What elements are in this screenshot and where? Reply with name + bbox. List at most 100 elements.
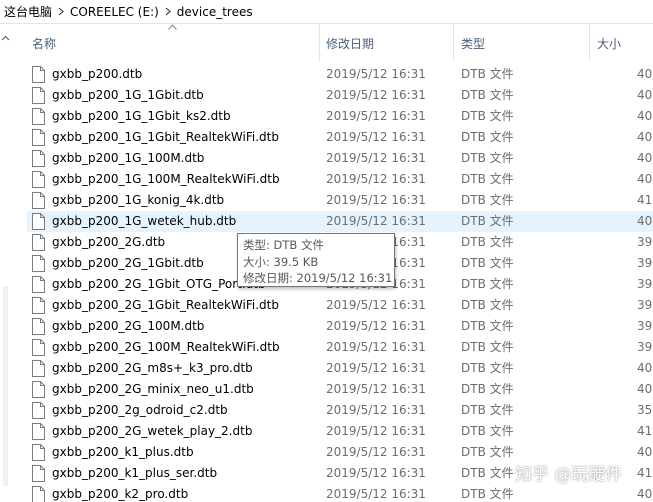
file-size: 41: [637, 424, 653, 438]
column-header-size[interactable]: 大小: [589, 24, 653, 62]
file-row[interactable]: gxbb_p200_2G_100M_RealtekWiFi.dtb 2019/5/…: [27, 337, 653, 358]
tooltip-size: 大小: 39.5 KB: [243, 254, 319, 269]
file-modified-date: 2019/5/12 16:31: [326, 130, 426, 144]
breadcrumb-item-this-pc[interactable]: 这台电脑: [2, 0, 54, 24]
file-row[interactable]: gxbb_p200_1G_konig_4k.dtb 2019/5/12 16:31…: [27, 190, 653, 211]
document-icon: [32, 444, 45, 461]
document-icon: [32, 150, 45, 167]
document-icon: [32, 381, 45, 398]
file-type: DTB 文件: [461, 319, 514, 333]
document-icon: [32, 297, 45, 314]
column-header-type[interactable]: 类型: [453, 24, 589, 62]
file-size: 41: [637, 193, 653, 207]
file-modified-date: 2019/5/12 16:31: [326, 361, 426, 375]
file-size: 39: [637, 277, 653, 291]
breadcrumb: 这台电脑 COREELEC (E:) device_trees: [0, 0, 653, 24]
file-type: DTB 文件: [461, 277, 514, 291]
file-size: 40: [637, 109, 653, 123]
file-type: DTB 文件: [461, 109, 514, 123]
file-size: 39: [637, 298, 653, 312]
file-modified-date: 2019/5/12 16:31: [326, 319, 426, 333]
document-icon: [32, 339, 45, 356]
file-row[interactable]: gxbb_p200_1G_wetek_hub.dtb 2019/5/12 16:3…: [27, 211, 653, 232]
column-header-name[interactable]: 名称: [30, 24, 318, 62]
file-size: 40: [637, 151, 653, 165]
file-row[interactable]: gxbb_p200.dtb 2019/5/12 16:31 DTB 文件 40: [27, 64, 653, 85]
file-modified-date: 2019/5/12 16:31: [326, 340, 426, 354]
file-row[interactable]: gxbb_p200_2G_1Gbit_RealtekWiFi.dtb 2019/5…: [27, 295, 653, 316]
file-size: 40: [637, 361, 653, 375]
file-row[interactable]: gxbb_p200_k2_pro.dtb 2019/5/12 16:31 DTB 文…: [27, 484, 653, 502]
file-type: DTB 文件: [461, 487, 514, 501]
file-size: 40: [637, 88, 653, 102]
file-name: gxbb_p200_k2_pro.dtb: [52, 487, 189, 501]
file-name: gxbb_p200_2G_minix_neo_u1.dtb: [52, 382, 254, 396]
chevron-up-icon[interactable]: [1, 34, 10, 43]
file-size: 39: [637, 235, 653, 249]
file-row[interactable]: gxbb_p200_2G_wetek_play_2.dtb 2019/5/12 1…: [27, 421, 653, 442]
file-size: 40: [637, 382, 653, 396]
navigation-scrollbar[interactable]: [3, 286, 8, 486]
document-icon: [32, 255, 45, 272]
breadcrumb-item-folder[interactable]: device_trees: [175, 0, 255, 24]
file-modified-date: 2019/5/12 16:31: [326, 298, 426, 312]
file-row[interactable]: gxbb_p200_1G_100M_RealtekWiFi.dtb 2019/5/…: [27, 169, 653, 190]
file-row[interactable]: gxbb_p200_1G_1Gbit_ks2.dtb 2019/5/12 16:3…: [27, 106, 653, 127]
file-size: 40: [637, 214, 653, 228]
file-name: gxbb_p200_2g_odroid_c2.dtb: [52, 403, 228, 417]
breadcrumb-item-drive[interactable]: COREELEC (E:): [68, 0, 161, 24]
file-modified-date: 2019/5/12 16:31: [326, 466, 426, 480]
file-name: gxbb_p200_2G_1Gbit_RealtekWiFi.dtb: [52, 298, 279, 312]
file-modified-date: 2019/5/12 16:31: [326, 88, 426, 102]
file-name: gxbb_p200_2G_wetek_play_2.dtb: [52, 424, 253, 438]
file-row[interactable]: gxbb_p200_1G_1Gbit.dtb 2019/5/12 16:31 DTB…: [27, 85, 653, 106]
file-type: DTB 文件: [461, 256, 514, 270]
file-modified-date: 2019/5/12 16:31: [326, 403, 426, 417]
file-type: DTB 文件: [461, 361, 514, 375]
file-row[interactable]: gxbb_p200_2g_odroid_c2.dtb 2019/5/12 16:3…: [27, 400, 653, 421]
file-type: DTB 文件: [461, 340, 514, 354]
file-type: DTB 文件: [461, 151, 514, 165]
file-row[interactable]: gxbb_p200_1G_100M.dtb 2019/5/12 16:31 DTB …: [27, 148, 653, 169]
file-type: DTB 文件: [461, 403, 514, 417]
file-row[interactable]: gxbb_p200_2G_minix_neo_u1.dtb 2019/5/12 1…: [27, 379, 653, 400]
file-size: 39: [637, 319, 653, 333]
file-size: 40: [637, 445, 653, 459]
file-type: DTB 文件: [461, 424, 514, 438]
file-type: DTB 文件: [461, 172, 514, 186]
file-type: DTB 文件: [461, 88, 514, 102]
file-modified-date: 2019/5/12 16:31: [326, 382, 426, 396]
file-name: gxbb_p200_k1_plus.dtb: [52, 445, 194, 459]
file-size: 40: [637, 130, 653, 144]
file-name: gxbb_p200_2G_100M.dtb: [52, 319, 205, 333]
chevron-right-icon[interactable]: [161, 0, 175, 24]
file-row[interactable]: gxbb_p200_1G_1Gbit_RealtekWiFi.dtb 2019/5…: [27, 127, 653, 148]
file-name: gxbb_p200_1G_1Gbit_RealtekWiFi.dtb: [52, 130, 279, 144]
chevron-right-icon[interactable]: [54, 0, 68, 24]
file-modified-date: 2019/5/12 16:31: [326, 151, 426, 165]
file-name: gxbb_p200.dtb: [52, 67, 143, 81]
file-row[interactable]: gxbb_p200_2G_m8s+_k3_pro.dtb 2019/5/12 16…: [27, 358, 653, 379]
file-name: gxbb_p200_k1_plus_ser.dtb: [52, 466, 218, 480]
file-tooltip: 类型: DTB 文件 大小: 39.5 KB 修改日期: 2019/5/12 1…: [237, 233, 395, 287]
file-type: DTB 文件: [461, 67, 514, 81]
file-size: 35: [637, 403, 653, 417]
file-size: 39: [637, 340, 653, 354]
file-modified-date: 2019/5/12 16:31: [326, 487, 426, 501]
column-header-date[interactable]: 修改日期: [319, 24, 453, 62]
file-name: gxbb_p200_1G_konig_4k.dtb: [52, 193, 225, 207]
document-icon: [32, 276, 45, 293]
navigation-pane-edge: [0, 24, 13, 502]
file-modified-date: 2019/5/12 16:31: [326, 214, 426, 228]
file-row[interactable]: gxbb_p200_2G_100M.dtb 2019/5/12 16:31 DTB …: [27, 316, 653, 337]
document-icon: [32, 318, 45, 335]
file-name: gxbb_p200_1G_100M.dtb: [52, 151, 205, 165]
file-size: 40: [637, 487, 653, 501]
document-icon: [32, 465, 45, 482]
document-icon: [32, 66, 45, 83]
file-type: DTB 文件: [461, 298, 514, 312]
file-name: gxbb_p200_1G_1Gbit.dtb: [52, 88, 204, 102]
document-icon: [32, 108, 45, 125]
file-type: DTB 文件: [461, 130, 514, 144]
file-modified-date: 2019/5/12 16:31: [326, 193, 426, 207]
